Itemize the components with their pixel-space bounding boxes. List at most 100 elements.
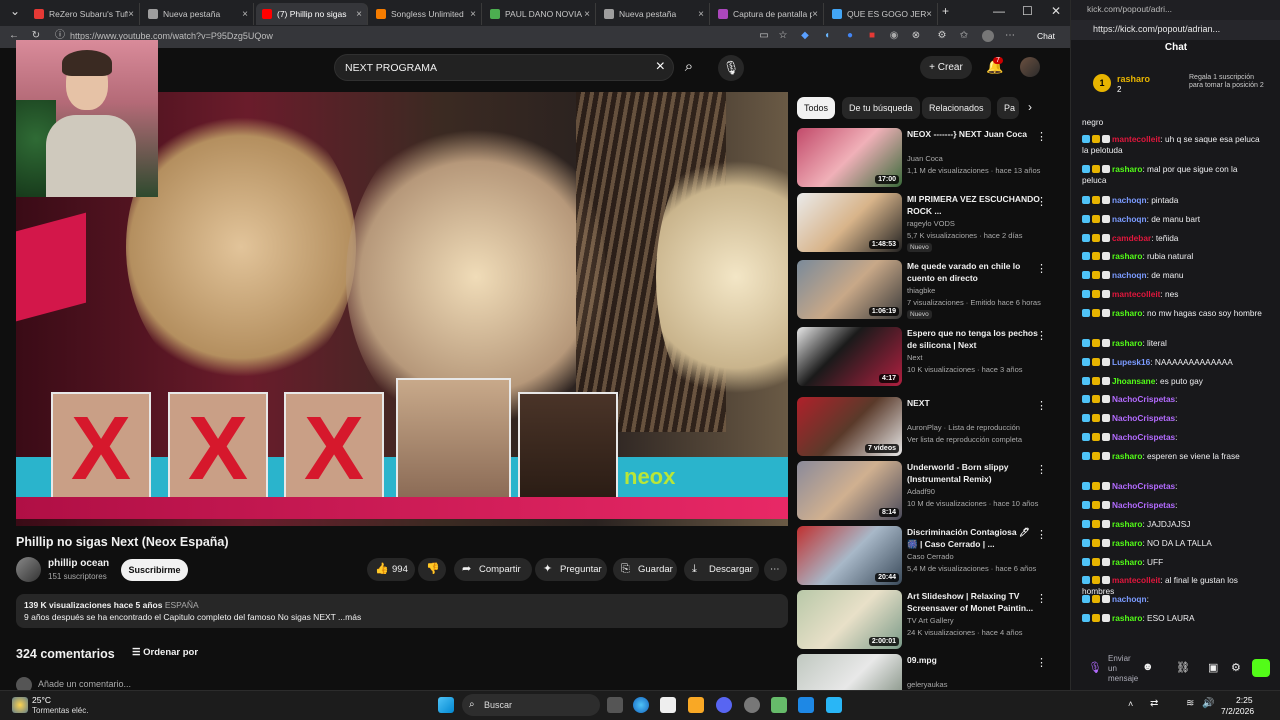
chat-message-input[interactable]: Enviar un mensaje bbox=[1108, 654, 1138, 684]
video-title[interactable]: Espero que no tenga los pechos de silico… bbox=[907, 328, 1042, 351]
video-title[interactable]: NEXT bbox=[907, 398, 1042, 410]
chat-username[interactable]: rasharo bbox=[1112, 557, 1142, 567]
download-button[interactable]: ⤓ Descargar bbox=[684, 558, 759, 581]
emote-icon[interactable]: ☻ bbox=[1142, 661, 1154, 673]
browser-tab[interactable]: ReZero Subaru's Tuff S× bbox=[28, 3, 140, 25]
link-icon[interactable]: ⛓ bbox=[1176, 661, 1190, 674]
video-channel[interactable]: AuronPlay · Lista de reproducción bbox=[907, 423, 1047, 432]
extension-icon[interactable]: ● bbox=[844, 30, 856, 42]
chat-username[interactable]: rasharo bbox=[1112, 251, 1142, 261]
discord-icon[interactable] bbox=[716, 697, 732, 713]
microphone-icon[interactable]: 🎙 bbox=[1088, 661, 1102, 674]
close-tab-icon[interactable]: × bbox=[926, 9, 932, 20]
volume-icon[interactable]: 🔊 bbox=[1202, 698, 1214, 709]
browser-tab[interactable]: QUE ES GOGO JERGA E× bbox=[826, 3, 938, 25]
more-options-icon[interactable]: ⋮ bbox=[1036, 592, 1047, 605]
chat-username[interactable]: NachoCrispetas bbox=[1112, 481, 1175, 491]
store-icon[interactable] bbox=[660, 697, 676, 713]
extensions-puzzle-icon[interactable]: ⚙ bbox=[936, 30, 948, 42]
start-windows-icon[interactable] bbox=[438, 697, 454, 713]
chips-next-icon[interactable]: › bbox=[1028, 100, 1032, 114]
video-title[interactable]: MI PRIMERA VEZ ESCUCHANDO ROCK ... bbox=[907, 194, 1042, 217]
chat-username[interactable]: mantecolleit bbox=[1112, 289, 1160, 299]
edge-browser-icon[interactable] bbox=[633, 697, 649, 713]
more-options-icon[interactable]: ⋮ bbox=[1036, 528, 1047, 541]
close-tab-icon[interactable]: × bbox=[356, 9, 362, 20]
chat-username[interactable]: camdebar bbox=[1112, 233, 1151, 243]
minimize-button[interactable]: — bbox=[993, 4, 1005, 18]
recommended-video[interactable]: 7 vídeos NEXT AuronPlay · Lista de reprodu… bbox=[797, 397, 1059, 459]
close-tab-icon[interactable]: × bbox=[470, 9, 476, 20]
chat-username[interactable]: NachoCrispetas bbox=[1112, 413, 1175, 423]
like-button[interactable]: 👍 994 bbox=[367, 558, 415, 581]
clear-search-icon[interactable]: × bbox=[656, 58, 665, 76]
close-tab-icon[interactable]: × bbox=[128, 9, 134, 20]
file-explorer-icon[interactable] bbox=[688, 697, 704, 713]
close-tab-icon[interactable]: × bbox=[698, 9, 704, 20]
profile-avatar[interactable] bbox=[982, 30, 994, 42]
ask-button[interactable]: ✦ Preguntar bbox=[535, 558, 607, 581]
video-title[interactable]: Art Slideshow | Relaxing TV Screensaver … bbox=[907, 591, 1042, 614]
weather-description[interactable]: Tormentas eléc. bbox=[32, 706, 88, 715]
video-thumbnail[interactable]: 20:44 bbox=[797, 526, 902, 585]
new-tab-button[interactable]: + bbox=[942, 4, 949, 18]
video-thumbnail[interactable]: 17:00 bbox=[797, 128, 902, 187]
video-channel[interactable]: Juan Coca bbox=[907, 154, 1047, 163]
extension-icon[interactable]: ⊗ bbox=[910, 30, 922, 42]
menu-icon[interactable]: ⋯ bbox=[1004, 30, 1016, 42]
channel-avatar[interactable] bbox=[16, 557, 41, 582]
browser-tab[interactable]: (7) Phillip no sigas × bbox=[256, 3, 368, 25]
share-button[interactable]: ➦ Compartir bbox=[454, 558, 532, 581]
extension-icon[interactable]: ■ bbox=[866, 30, 878, 42]
video-channel[interactable]: Caso Cerrado bbox=[907, 552, 1047, 561]
sort-comments-button[interactable]: ☰ Ordenar por bbox=[132, 647, 198, 658]
create-button[interactable]: + Crear bbox=[920, 56, 972, 79]
extension-icon[interactable]: ◆ bbox=[799, 30, 811, 42]
browser-tab[interactable]: Nueva pestaña × bbox=[598, 3, 710, 25]
chat-url-field[interactable]: https://kick.com/popout/adrian... bbox=[1093, 24, 1220, 34]
taskbar-search[interactable] bbox=[462, 694, 600, 716]
search-icon[interactable]: ⌕ bbox=[676, 54, 702, 80]
chat-username[interactable]: rasharo bbox=[1112, 613, 1142, 623]
filter-chip[interactable]: Todos bbox=[797, 97, 836, 119]
chat-username[interactable]: NachoCrispetas bbox=[1112, 432, 1175, 442]
video-channel[interactable]: TV Art Gallery bbox=[907, 616, 1047, 625]
install-app-icon[interactable]: ▭ bbox=[758, 30, 770, 42]
chat-username[interactable]: rasharo bbox=[1112, 338, 1142, 348]
add-comment-input[interactable]: Añade un comentario... bbox=[38, 679, 131, 689]
chat-username[interactable]: nachoqn bbox=[1112, 214, 1147, 224]
description-box[interactable]: 139 K visualizaciones hace 5 años ESPAÑA… bbox=[16, 594, 788, 628]
video-channel[interactable]: Adadf90 bbox=[907, 487, 1047, 496]
recommended-video[interactable]: 4:17 Espero que no tenga los pechos de si… bbox=[797, 327, 1059, 389]
more-options-icon[interactable]: ⋮ bbox=[1036, 399, 1047, 412]
video-thumbnail[interactable]: 1:48:53 bbox=[797, 193, 902, 252]
chat-username[interactable]: Lupesk16 bbox=[1112, 357, 1150, 367]
close-window-button[interactable]: ✕ bbox=[1051, 4, 1061, 18]
more-options-icon[interactable]: ⋮ bbox=[1036, 656, 1047, 669]
channel-name[interactable]: phillip ocean bbox=[48, 558, 109, 569]
dislike-button[interactable]: 👎 bbox=[418, 558, 446, 581]
more-options-icon[interactable]: ⋮ bbox=[1036, 195, 1047, 208]
filter-chip[interactable]: Relacionados bbox=[922, 97, 991, 119]
filter-chip[interactable]: Pa bbox=[997, 97, 1019, 119]
video-channel[interactable]: rageylo VODS bbox=[907, 219, 1047, 228]
chat-username[interactable]: nachoqn bbox=[1112, 195, 1147, 205]
video-thumbnail[interactable]: 1:06:19 bbox=[797, 260, 902, 319]
clock-time[interactable]: 2:25 bbox=[1236, 695, 1253, 705]
video-title[interactable]: 09.mpg bbox=[907, 655, 1042, 667]
tab-list-icon[interactable]: ⌄ bbox=[10, 4, 20, 18]
more-options-icon[interactable]: ⋮ bbox=[1036, 262, 1047, 275]
close-tab-icon[interactable]: × bbox=[584, 9, 590, 20]
microphone-icon[interactable]: 🎙 bbox=[718, 55, 744, 81]
chat-username[interactable]: NachoCrispetas bbox=[1112, 394, 1175, 404]
app-icon[interactable] bbox=[798, 697, 814, 713]
chevron-up-icon[interactable]: ˄ bbox=[1128, 699, 1133, 709]
video-thumbnail[interactable]: 8:14 bbox=[797, 461, 902, 520]
recommended-video[interactable]: 1:06:19 Me quede varado en chile lo cuent… bbox=[797, 260, 1059, 322]
wifi-icon[interactable]: ≋ bbox=[1186, 698, 1194, 709]
video-thumbnail[interactable]: 4:17 bbox=[797, 327, 902, 386]
settings-gear-icon[interactable]: ⚙ bbox=[1231, 661, 1241, 674]
chat-username[interactable]: mantecolleit bbox=[1112, 575, 1160, 585]
browser-tab[interactable]: Songless Unlimited × bbox=[370, 3, 482, 25]
extension-icon[interactable]: ◉ bbox=[888, 30, 900, 42]
